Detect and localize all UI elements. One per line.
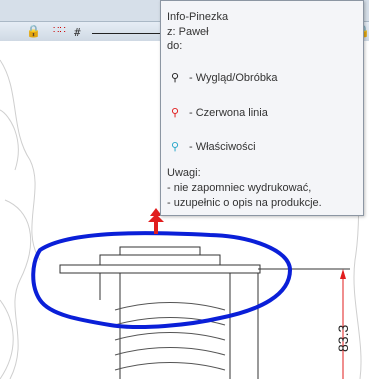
part-outline bbox=[59, 246, 261, 379]
tooltip-item-label: - Wygląd/Obróbka bbox=[189, 71, 278, 84]
tooltip-note: - nie zapomniec wydrukować, bbox=[167, 182, 312, 194]
tooltip-author: z: Paweł bbox=[167, 26, 209, 38]
info-pin-tooltip: Info-Pinezka z: Paweł do: ⚲ - Wygląd/Obr… bbox=[160, 0, 364, 216]
tooltip-to-label: do: bbox=[167, 40, 183, 52]
hash-icon[interactable]: # bbox=[74, 26, 81, 39]
tooltip-notes-title: Uwagi: bbox=[167, 167, 201, 179]
pin-list-icon: ⚲ bbox=[171, 72, 180, 84]
pin-redline-icon: ⚲ bbox=[171, 107, 180, 119]
tooltip-item-wyglad[interactable]: ⚲ - Wygląd/Obróbka bbox=[171, 71, 278, 85]
layer-dots-icon[interactable]: ∷∷ bbox=[53, 25, 66, 37]
lock-icon[interactable]: 🔒 bbox=[26, 25, 41, 37]
spring-coils bbox=[114, 302, 226, 371]
tooltip-item-wlasciwosci[interactable]: ⚲ - Właściwości bbox=[171, 140, 256, 154]
pin-properties-icon: ⚲ bbox=[171, 141, 180, 153]
dimension-83-3[interactable]: 83.3 bbox=[258, 268, 351, 379]
tooltip-title: Info-Pinezka bbox=[167, 11, 229, 23]
tooltip-item-czerwona-linia[interactable]: ⚲ - Czerwona linia bbox=[171, 106, 268, 120]
tooltip-item-label: - Czerwona linia bbox=[189, 106, 268, 119]
tooltip-note: - uzupełnic o opis na produkcje. bbox=[167, 197, 322, 209]
tooltip-item-label: - Właściwości bbox=[189, 140, 256, 153]
dimension-value: 83.3 bbox=[335, 325, 351, 352]
